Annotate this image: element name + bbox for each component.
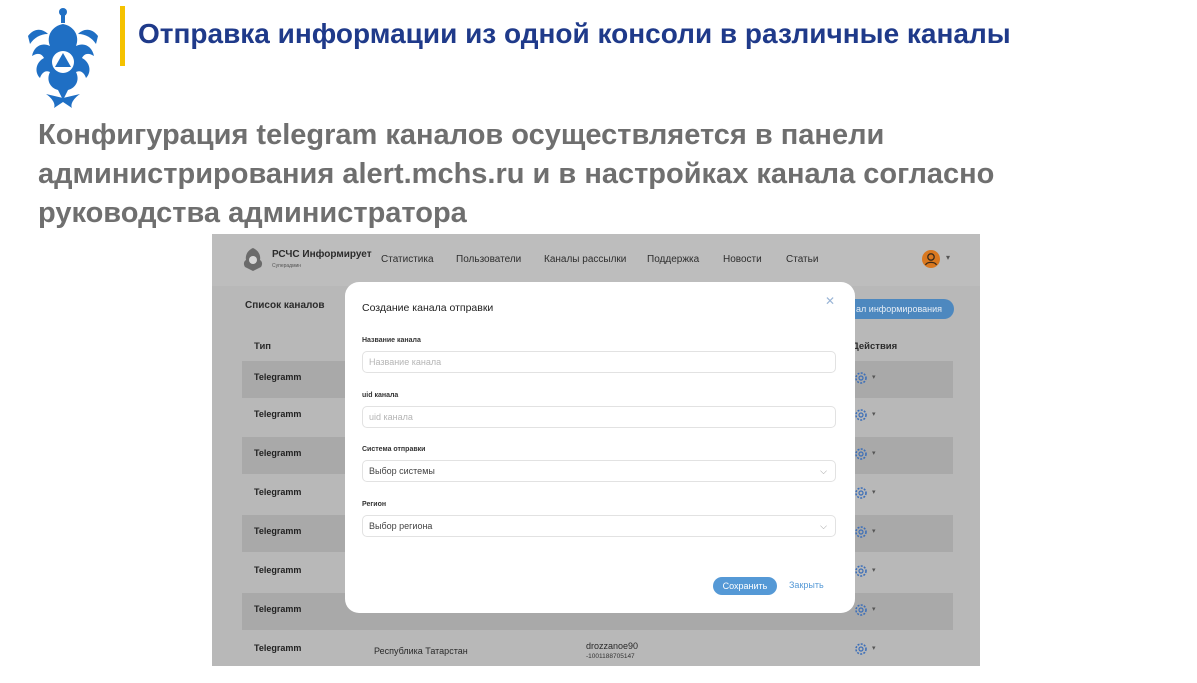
send-system-value: Выбор системы — [369, 466, 435, 476]
chevron-down-icon[interactable]: ▾ — [946, 253, 950, 262]
channel-type: Telegramm — [254, 565, 302, 575]
app-header: РСЧС Информирует Суперадмин Статистика П… — [212, 234, 980, 286]
channel-uid-label: uid канала — [362, 392, 399, 399]
channel-type: Telegramm — [254, 409, 302, 419]
region-select[interactable]: Выбор региона ⌵ — [362, 515, 836, 537]
app-screenshot: РСЧС Информирует Суперадмин Статистика П… — [212, 234, 980, 666]
gear-icon[interactable] — [854, 447, 868, 461]
app-logo-icon — [243, 248, 263, 271]
gear-icon[interactable] — [854, 486, 868, 500]
column-header-type: Тип — [254, 341, 272, 352]
channel-name: drozzanoe90 -1001188705147 — [586, 641, 639, 660]
save-button[interactable]: Сохранить — [713, 577, 777, 595]
close-button[interactable]: Закрыть — [789, 580, 824, 590]
nav-statistics[interactable]: Статистика — [381, 254, 434, 265]
nav-channels[interactable]: Каналы рассылки — [544, 254, 626, 265]
chevron-down-icon[interactable]: ▾ — [872, 566, 876, 574]
gear-icon[interactable] — [854, 642, 868, 656]
gear-icon[interactable] — [854, 371, 868, 385]
gear-icon[interactable] — [854, 603, 868, 617]
channel-type: Telegramm — [254, 643, 302, 653]
dialog-title: Создание канала отправки — [362, 302, 494, 314]
slide-title: Отправка информации из одной консоли в р… — [138, 18, 1011, 49]
close-icon[interactable]: ✕ — [825, 294, 835, 308]
gear-icon[interactable] — [854, 408, 868, 422]
nav-support[interactable]: Поддержка — [647, 254, 699, 265]
channel-type: Telegramm — [254, 604, 302, 614]
chevron-down-icon: ⌵ — [820, 466, 827, 476]
channel-name-label: Название канала — [362, 337, 421, 344]
column-header-actions: Действия — [852, 341, 898, 352]
channel-type: Telegramm — [254, 487, 302, 497]
chevron-down-icon[interactable]: ▾ — [872, 488, 876, 496]
gear-icon[interactable] — [854, 525, 868, 539]
channel-type: Telegramm — [254, 448, 302, 458]
channel-type: Telegramm — [254, 526, 302, 536]
channel-type: Telegramm — [254, 372, 302, 382]
channel-name-input[interactable]: Название канала — [362, 351, 836, 373]
app-role: Суперадмин — [272, 263, 302, 269]
chevron-down-icon: ⌵ — [820, 521, 827, 531]
create-channel-dialog: Создание канала отправки ✕ Название кана… — [345, 282, 855, 613]
send-system-label: Система отправки — [362, 446, 426, 453]
nav-articles[interactable]: Статьи — [786, 254, 818, 265]
app-name: РСЧС Информирует — [272, 249, 372, 260]
chevron-down-icon[interactable]: ▾ — [872, 644, 876, 652]
table-row: Telegramm Республика Татарстан drozzanoe… — [242, 632, 953, 666]
region-value: Выбор региона — [369, 521, 433, 531]
channel-id: -1001188705147 — [586, 653, 635, 660]
region-label: Регион — [362, 501, 387, 508]
channel-list-title: Список каналов — [245, 300, 325, 311]
send-system-select[interactable]: Выбор системы ⌵ — [362, 460, 836, 482]
channel-region: Республика Татарстан — [374, 646, 468, 656]
slide-description: Конфигурация telegram каналов осуществля… — [38, 119, 995, 229]
title-accent-bar — [120, 6, 125, 66]
channel-uid-input[interactable]: uid канала — [362, 406, 836, 428]
nav-users[interactable]: Пользователи — [456, 254, 521, 265]
gear-icon[interactable] — [854, 564, 868, 578]
chevron-down-icon[interactable]: ▾ — [872, 373, 876, 381]
user-avatar-icon[interactable] — [922, 250, 940, 268]
chevron-down-icon[interactable]: ▾ — [872, 449, 876, 457]
chevron-down-icon[interactable]: ▾ — [872, 605, 876, 613]
nav-news[interactable]: Новости — [723, 254, 762, 265]
chevron-down-icon[interactable]: ▾ — [872, 527, 876, 535]
emblem-logo — [28, 8, 98, 108]
chevron-down-icon[interactable]: ▾ — [872, 410, 876, 418]
